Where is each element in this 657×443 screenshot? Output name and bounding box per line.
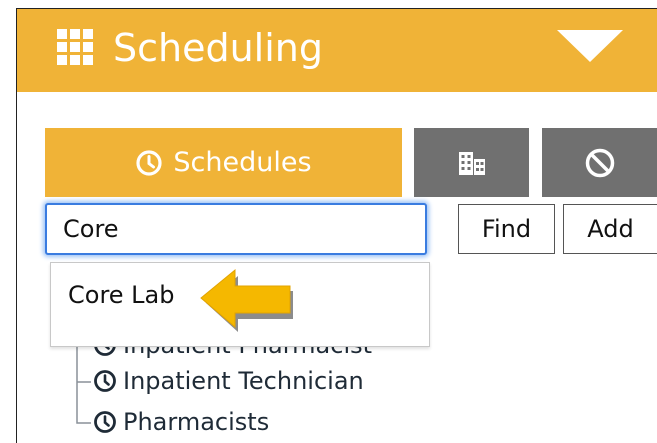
scheduling-panel: Scheduling Schedules Core Find Add Inpat… (16, 8, 657, 443)
clock-icon (94, 411, 116, 433)
tree-item-label: Inpatient Technician (123, 367, 364, 395)
clock-icon (94, 370, 116, 392)
tree-item[interactable]: Pharmacists (93, 408, 269, 436)
tree-item-label: Pharmacists (123, 408, 270, 436)
arrow-left-icon (200, 268, 293, 332)
tree-item[interactable]: Inpatient Technician (93, 367, 364, 395)
autocomplete-item-core-lab[interactable]: Core Lab (68, 281, 175, 309)
